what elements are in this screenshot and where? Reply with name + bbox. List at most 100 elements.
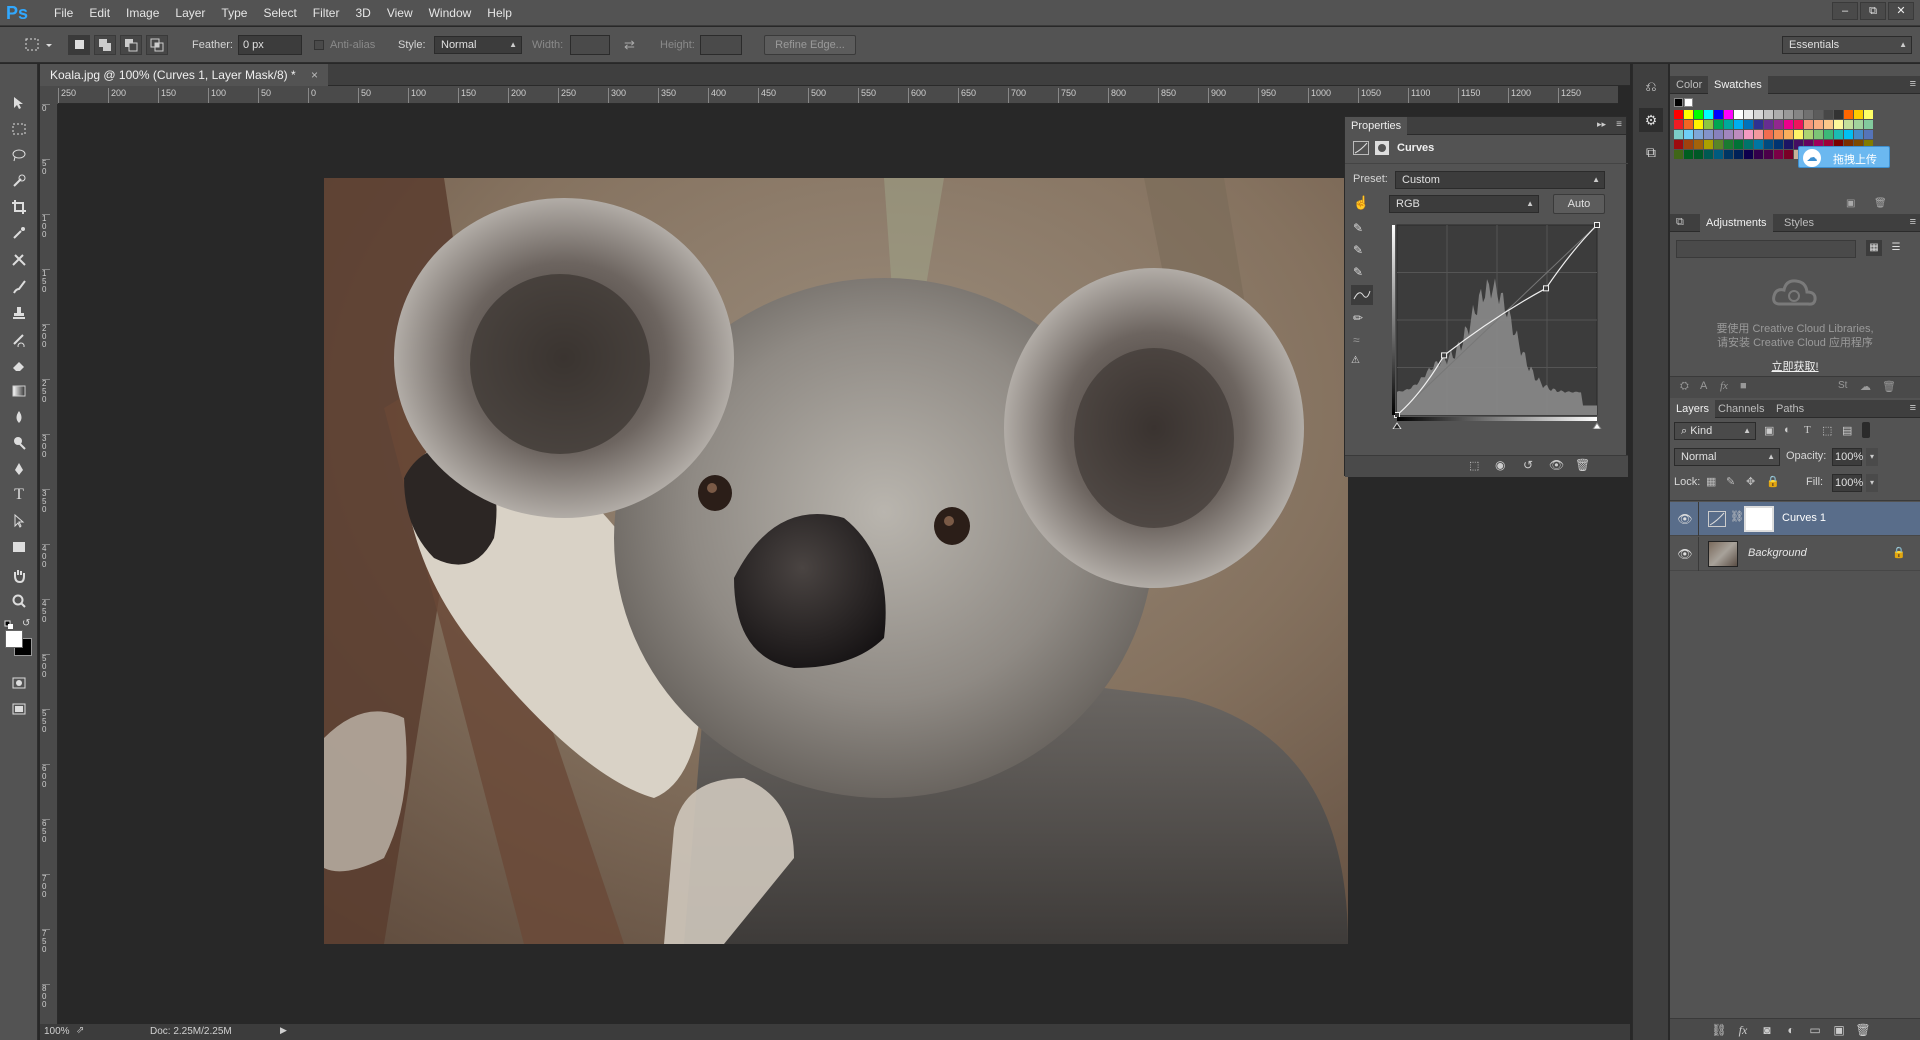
libraries-panel-icon[interactable]: ⧉ [1639, 140, 1663, 164]
swatch[interactable] [1854, 130, 1863, 139]
swatch[interactable] [1694, 120, 1703, 129]
swatch[interactable] [1694, 140, 1703, 149]
opacity-slider-arrow-icon[interactable]: ▾ [1866, 448, 1878, 466]
menu-layer[interactable]: Layer [167, 0, 213, 26]
white-point-slider[interactable] [1592, 422, 1602, 429]
menu-file[interactable]: File [46, 0, 81, 26]
blur-tool-icon[interactable] [8, 406, 30, 428]
swatch[interactable] [1724, 110, 1733, 119]
opacity-input[interactable]: 100% [1832, 448, 1863, 466]
swatch[interactable] [1744, 120, 1753, 129]
menu-filter[interactable]: Filter [305, 0, 348, 26]
lock-position-icon[interactable]: ✥ [1746, 475, 1755, 488]
add-selection-icon[interactable] [94, 35, 116, 55]
panel-menu-icon[interactable]: ≡ [1910, 402, 1916, 414]
swatch[interactable] [1684, 140, 1693, 149]
rectangle-tool-icon[interactable] [8, 536, 30, 558]
status-menu-arrow-icon[interactable]: ▶ [280, 1025, 287, 1036]
layer-name[interactable]: Curves 1 [1782, 512, 1826, 524]
view-previous-icon[interactable]: ◉ [1495, 458, 1505, 472]
style-dropdown[interactable]: Normal ▲ [434, 36, 522, 54]
clip-to-layer-icon[interactable]: ⬚ [1469, 459, 1479, 472]
curve-point[interactable] [1543, 285, 1550, 292]
vertical-ruler[interactable]: 0 5 0 1 0 0 1 5 0 2 0 0 2 5 0 3 0 0 3 5 0 4 0 0 4… [40, 104, 58, 1024]
clone-stamp-tool-icon[interactable] [8, 302, 30, 324]
swatch[interactable] [1784, 110, 1793, 119]
swatch[interactable] [1684, 98, 1693, 107]
layer-mask-icon[interactable] [1375, 141, 1389, 155]
on-image-adjust-icon[interactable]: ☝ [1353, 195, 1369, 211]
swatch[interactable] [1744, 110, 1753, 119]
visibility-icon[interactable]: 👁 [1549, 458, 1564, 472]
new-swatch-icon[interactable]: ▣ [1846, 198, 1855, 209]
quick-selection-tool-icon[interactable] [8, 170, 30, 192]
panel-menu-icon[interactable]: ≡ [1910, 78, 1916, 90]
swatch[interactable] [1674, 98, 1683, 107]
marquee-preset-icon[interactable] [20, 35, 56, 55]
list-view-icon[interactable]: ☰ [1888, 240, 1904, 256]
panel-menu-icon[interactable]: ≡ [1910, 216, 1916, 228]
layer-row-curves[interactable]: 👁 ⛓ Curves 1 [1670, 502, 1920, 536]
swatch[interactable] [1704, 150, 1713, 159]
clipping-warning-icon[interactable]: ⚠ [1351, 355, 1360, 366]
blend-mode-dropdown[interactable]: Normal ▲ [1674, 448, 1780, 466]
filter-toggle[interactable] [1862, 422, 1870, 438]
visibility-eye-icon[interactable]: 👁 [1677, 512, 1693, 526]
upload-overlay[interactable]: ☁ 拖拽上传 [1798, 146, 1890, 168]
marquee-tool-icon[interactable] [8, 118, 30, 140]
swatch[interactable] [1754, 130, 1763, 139]
swatch[interactable] [1724, 140, 1733, 149]
swatch[interactable] [1714, 140, 1723, 149]
menu-help[interactable]: Help [479, 0, 520, 26]
menu-3d[interactable]: 3D [347, 0, 378, 26]
quick-mask-icon[interactable] [8, 672, 30, 694]
swatch[interactable] [1854, 110, 1863, 119]
brush-tool-icon[interactable] [8, 276, 30, 298]
swatch[interactable] [1754, 110, 1763, 119]
swatch[interactable] [1864, 120, 1873, 129]
swatch[interactable] [1804, 110, 1813, 119]
swatch[interactable] [1674, 150, 1683, 159]
delete-icon[interactable]: 🗑 [1575, 458, 1590, 472]
swatch[interactable] [1824, 110, 1833, 119]
add-fill-icon[interactable]: ■ [1740, 380, 1747, 392]
lasso-tool-icon[interactable] [8, 144, 30, 166]
swatch[interactable] [1684, 150, 1693, 159]
swatch[interactable] [1694, 110, 1703, 119]
swatch[interactable] [1774, 110, 1783, 119]
swatch[interactable] [1814, 130, 1823, 139]
menu-image[interactable]: Image [118, 0, 167, 26]
minimize-button[interactable]: – [1832, 2, 1858, 20]
type-tool-icon[interactable]: T [8, 484, 30, 506]
zoom-level[interactable]: 100% [44, 1026, 70, 1037]
crop-tool-icon[interactable] [8, 196, 30, 218]
swatch[interactable] [1754, 140, 1763, 149]
link-layers-icon[interactable]: ⛓ [1710, 1022, 1728, 1038]
swatch[interactable] [1674, 140, 1683, 149]
add-mask-icon[interactable]: ◙ [1758, 1022, 1776, 1038]
menu-edit[interactable]: Edit [81, 0, 118, 26]
swatch[interactable] [1814, 110, 1823, 119]
swatch[interactable] [1844, 130, 1853, 139]
swatch[interactable] [1784, 130, 1793, 139]
properties-tab[interactable]: Properties [1345, 117, 1408, 135]
zoom-tool-icon[interactable] [8, 590, 30, 612]
tab-swatches[interactable]: Swatches [1708, 76, 1768, 94]
add-layer-style-icon[interactable]: fx [1720, 380, 1728, 392]
swatch[interactable] [1764, 130, 1773, 139]
swatch[interactable] [1714, 130, 1723, 139]
swatch[interactable] [1794, 110, 1803, 119]
delete-layer-icon[interactable]: 🗑 [1854, 1022, 1872, 1038]
swatch[interactable] [1684, 130, 1693, 139]
curve-point[interactable] [1394, 412, 1400, 418]
swatch[interactable] [1684, 120, 1693, 129]
reset-icon[interactable]: ↺ [1523, 458, 1533, 472]
filter-type-icon[interactable]: T [1804, 424, 1811, 436]
dodge-tool-icon[interactable] [8, 432, 30, 454]
tab-styles[interactable]: Styles [1778, 214, 1820, 232]
swatch[interactable] [1724, 120, 1733, 129]
swatch[interactable] [1704, 110, 1713, 119]
black-point-slider[interactable] [1392, 422, 1402, 429]
tab-channels[interactable]: Channels [1712, 400, 1770, 418]
screen-mode-icon[interactable] [8, 698, 30, 720]
